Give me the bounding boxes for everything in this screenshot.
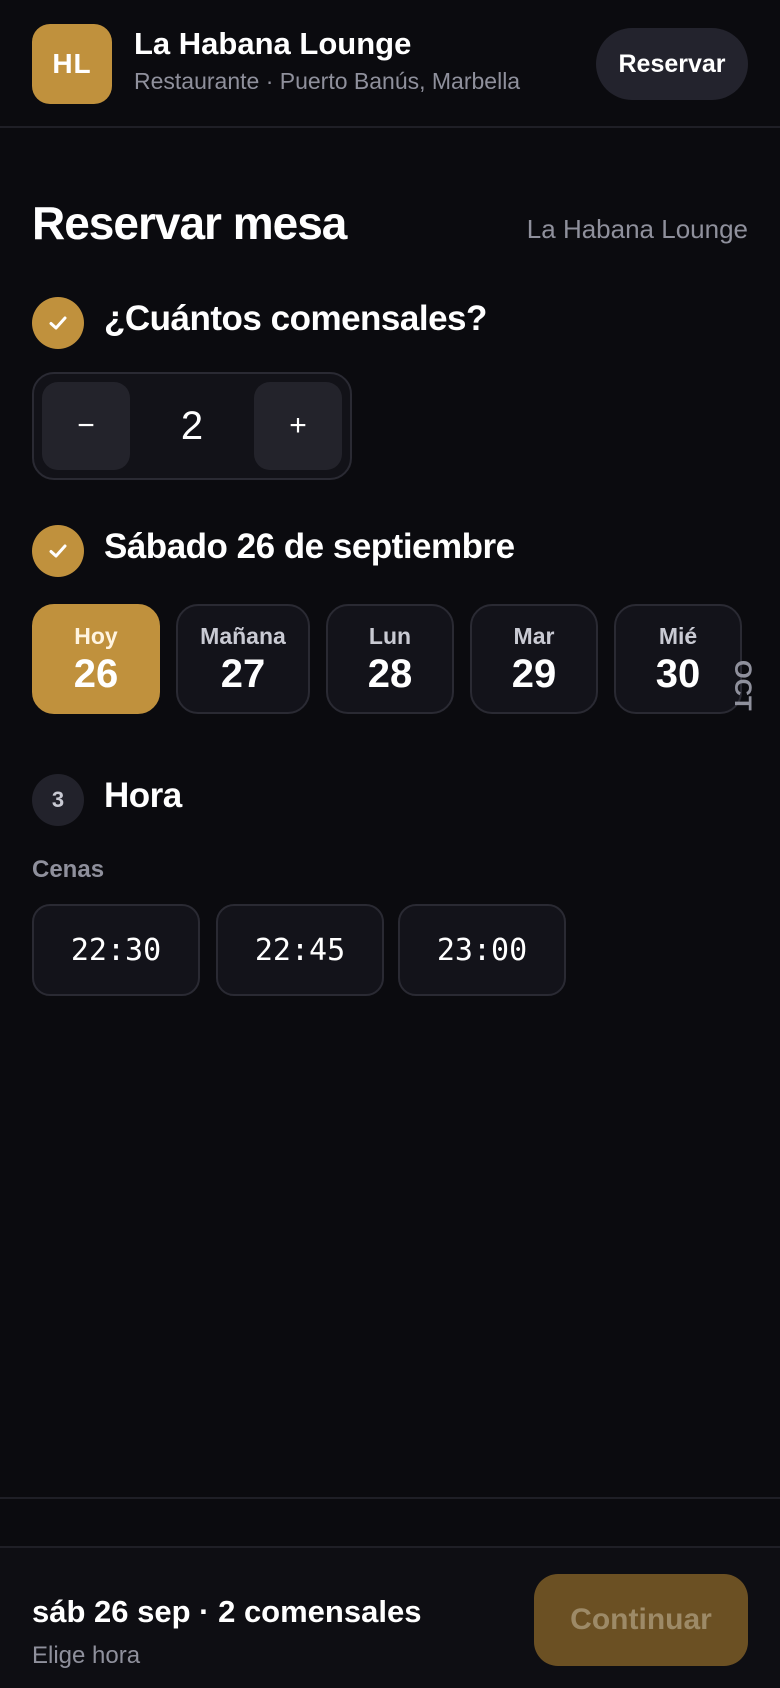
continue-button[interactable]: Continuar	[534, 1574, 748, 1666]
booking-footer: sáb 26 sep · 2 comensales Elige hora Con…	[0, 1546, 780, 1688]
day-chip-today[interactable]: Hoy 26	[32, 604, 160, 714]
guests-count: 2	[180, 404, 204, 448]
venue-logo: HL	[32, 24, 112, 104]
booking-hint: Elige hora	[32, 1642, 141, 1669]
day-number: 30	[655, 651, 701, 696]
step-guests-title: ¿Cuántos comensales?	[104, 299, 487, 338]
step-guests-check-icon	[32, 297, 84, 349]
guests-stepper: − 2 +	[32, 372, 352, 480]
time-slot[interactable]: 22:30	[32, 904, 200, 996]
app-header: HL La Habana Lounge Restaurante · Puerto…	[0, 0, 780, 128]
day-number: 27	[220, 651, 266, 696]
step-time-title: Hora	[104, 776, 182, 815]
step-time-number-badge: 3	[32, 774, 84, 826]
section-divider	[0, 1497, 780, 1499]
time-slot[interactable]: 22:45	[216, 904, 384, 996]
decrease-guests-button[interactable]: −	[42, 382, 130, 470]
time-group-label: Cenas	[32, 856, 105, 883]
increase-guests-button[interactable]: +	[254, 382, 342, 470]
step-date-check-icon	[32, 525, 84, 577]
venue-name: La Habana Lounge	[134, 26, 412, 61]
day-label: Mié	[658, 622, 698, 649]
step-date-title: Sábado 26 de septiembre	[104, 527, 515, 566]
day-number: 29	[511, 651, 557, 696]
day-chip-tue[interactable]: Mar 29	[470, 604, 598, 714]
venue-subtitle: Restaurante · Puerto Banús, Marbella	[134, 68, 521, 94]
day-label: Mar	[513, 622, 555, 649]
next-month-label: OCT	[729, 660, 756, 711]
day-chip-wed[interactable]: Mié 30	[614, 604, 742, 714]
day-number: 28	[367, 651, 413, 696]
booking-summary: sáb 26 sep · 2 comensales	[32, 1594, 422, 1629]
venue-label: La Habana Lounge	[526, 214, 748, 244]
day-number: 26	[73, 651, 119, 696]
day-label: Mañana	[200, 622, 286, 649]
day-label: Hoy	[74, 622, 118, 649]
page-title: Reservar mesa	[32, 197, 347, 249]
day-label: Lun	[368, 622, 412, 649]
time-slot[interactable]: 23:00	[398, 904, 566, 996]
header-reserve-button[interactable]: Reservar	[596, 28, 748, 100]
day-chip-tomorrow[interactable]: Mañana 27	[176, 604, 310, 714]
day-chip-mon[interactable]: Lun 28	[326, 604, 454, 714]
